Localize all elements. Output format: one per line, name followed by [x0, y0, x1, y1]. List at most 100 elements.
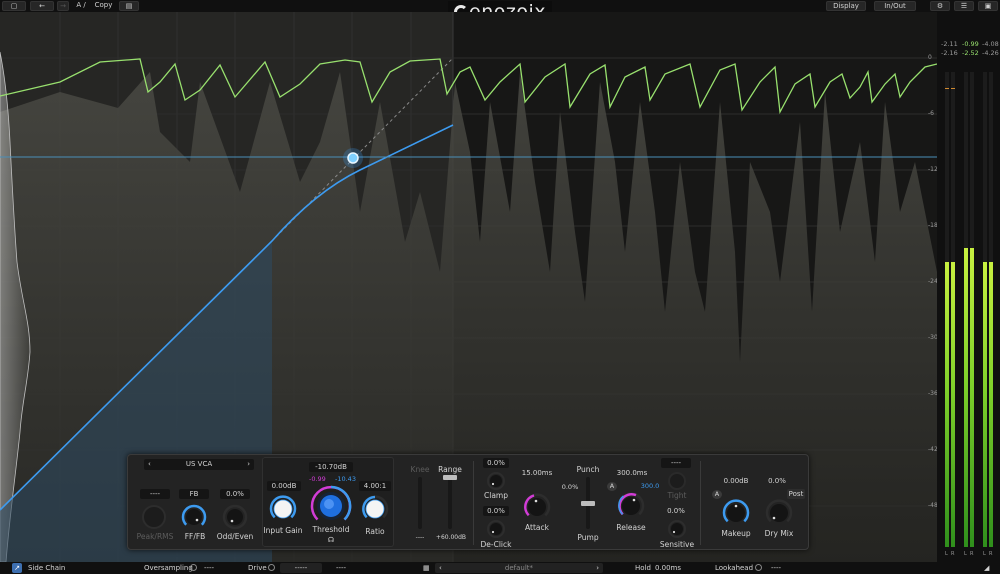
drymix-value[interactable]: 0.0% — [763, 476, 791, 486]
meter-channel-label: L — [945, 551, 948, 557]
peak-rms-label: Peak/RMS — [136, 532, 174, 541]
meter-bar — [951, 72, 955, 547]
sidechain-label[interactable]: Side Chain — [28, 564, 65, 572]
clamp-knob[interactable] — [485, 470, 507, 492]
peak-rms-value[interactable]: ---- — [140, 489, 170, 499]
knee-value: ---- — [415, 534, 425, 541]
save-preset-icon[interactable]: ▦ — [423, 564, 430, 572]
peak-rms-knob[interactable] — [139, 502, 169, 532]
knee-label: Knee — [410, 465, 430, 474]
ff-fb-knob[interactable] — [179, 502, 209, 532]
meter-bar — [970, 72, 974, 547]
release-knob[interactable] — [615, 490, 647, 522]
knee-slider-track[interactable] — [418, 477, 422, 529]
odd-even-label: Odd/Even — [216, 532, 254, 541]
undo-button[interactable]: ← — [30, 1, 54, 11]
db-scale-label: -6 — [928, 110, 934, 117]
hold-label: Hold — [635, 564, 651, 572]
db-scale-label: -30 — [928, 334, 937, 341]
drymix-knob[interactable] — [763, 497, 795, 529]
meter-value-out-2: -4.26 — [982, 49, 999, 57]
drive-value[interactable]: ----- — [280, 563, 322, 573]
input-gain-label: Input Gain — [263, 526, 303, 535]
odd-even-knob[interactable] — [220, 502, 250, 532]
makeup-knob[interactable] — [720, 497, 752, 529]
menu-list-button[interactable]: ☰ — [954, 1, 974, 11]
clamp-value[interactable]: 0.0% — [483, 458, 509, 468]
lookahead-label: Lookahead — [715, 564, 754, 572]
ratio-knob[interactable] — [359, 493, 391, 525]
detector-mode-select[interactable]: ‹ US VCA › — [144, 459, 254, 470]
ff-fb-value[interactable]: FB — [179, 489, 209, 499]
chevron-left-icon[interactable]: ‹ — [148, 459, 151, 469]
bottom-bar: ↗ Side Chain Oversampling ---- Drive ---… — [0, 562, 1000, 574]
db-scale-label: -48 — [928, 502, 937, 509]
range-slider-handle[interactable] — [443, 475, 457, 480]
redo-button[interactable]: → — [57, 1, 69, 11]
drive-label: Drive — [248, 564, 267, 572]
resize-button[interactable]: ▣ — [978, 1, 998, 11]
ab-toggle[interactable]: A / — [72, 1, 90, 11]
punch-pump-value: 0.0% — [561, 483, 579, 491]
db-scale-label: -18 — [928, 222, 937, 229]
lookahead-power-icon[interactable] — [755, 564, 762, 571]
history-button[interactable]: ▤ — [119, 1, 139, 11]
range-slider-track[interactable] — [448, 477, 452, 529]
tight-knob[interactable] — [666, 470, 688, 492]
meter-value-out: -4.08 — [982, 40, 999, 48]
meter-channel-label: L — [964, 551, 967, 557]
sensitive-label: Sensitive — [659, 540, 695, 549]
pump-label: Pump — [577, 533, 599, 542]
chevron-right-icon[interactable]: › — [596, 563, 599, 573]
lookahead-value[interactable]: ---- — [765, 563, 787, 573]
makeup-value[interactable]: 0.00dB — [719, 476, 753, 486]
range-label: Range — [438, 465, 462, 474]
declick-knob[interactable] — [485, 518, 507, 540]
db-scale-label: -12 — [928, 166, 937, 173]
meter-value-in: -2.11 — [941, 40, 958, 48]
meter-channel-label: R — [970, 551, 974, 557]
chevron-right-icon[interactable]: › — [247, 459, 250, 469]
sensitive-knob[interactable] — [666, 518, 688, 540]
copy-button[interactable]: Copy — [90, 1, 117, 11]
tight-value[interactable]: ---- — [661, 458, 691, 468]
threshold-handle[interactable] — [347, 152, 359, 164]
oversampling-power-icon[interactable] — [190, 564, 197, 571]
sensitive-value[interactable]: 0.0% — [662, 506, 690, 516]
input-gain-value[interactable]: 0.00dB — [267, 481, 301, 491]
preset-selector[interactable]: ‹ default* › — [435, 563, 603, 573]
odd-even-value[interactable]: 0.0% — [220, 489, 250, 499]
divider — [473, 461, 474, 545]
resize-handle-icon[interactable]: ◢ — [984, 564, 989, 572]
db-scale-label: -24 — [928, 278, 937, 285]
hold-value[interactable]: 0.00ms — [653, 563, 683, 573]
attack-value[interactable]: 15.00ms — [519, 468, 555, 478]
release-value[interactable]: 300.0ms — [614, 468, 650, 478]
attack-knob[interactable] — [521, 491, 553, 523]
in-out-button[interactable]: In/Out — [874, 1, 916, 11]
headphones-icon[interactable]: ☊ — [326, 536, 336, 544]
oversampling-value[interactable]: ---- — [200, 563, 218, 573]
punch-pump-slider-handle[interactable] — [581, 501, 595, 506]
display-button[interactable]: Display — [826, 1, 866, 11]
threshold-right-value: -10.43 — [335, 475, 356, 483]
ratio-value[interactable]: 4.00:1 — [359, 481, 391, 491]
folder-icon: ▢ — [10, 2, 18, 10]
input-gain-knob[interactable] — [267, 493, 299, 525]
declick-value[interactable]: 0.0% — [483, 506, 509, 516]
meter-channel-label: R — [989, 551, 993, 557]
meter-fill — [951, 262, 955, 547]
sidechain-icon[interactable]: ↗ — [12, 563, 22, 573]
menu-button[interactable]: ▢ — [2, 1, 26, 11]
threshold-value[interactable]: -10.70dB — [309, 462, 353, 472]
gear-icon: ⚙ — [936, 2, 944, 10]
meter-value-gr: -0.99 — [962, 40, 979, 48]
drive-power-icon[interactable] — [268, 564, 275, 571]
drive-value-2[interactable]: ---- — [330, 563, 352, 573]
meter-bar — [983, 72, 987, 547]
settings-button[interactable]: ⚙ — [930, 1, 950, 11]
threshold-knob[interactable] — [309, 484, 353, 528]
level-meters: -2.11 -0.99 -4.08 -2.16 -2.52 -4.26 L R … — [937, 12, 1000, 562]
oversampling-label: Oversampling — [144, 564, 193, 572]
chevron-left-icon[interactable]: ‹ — [439, 563, 442, 573]
